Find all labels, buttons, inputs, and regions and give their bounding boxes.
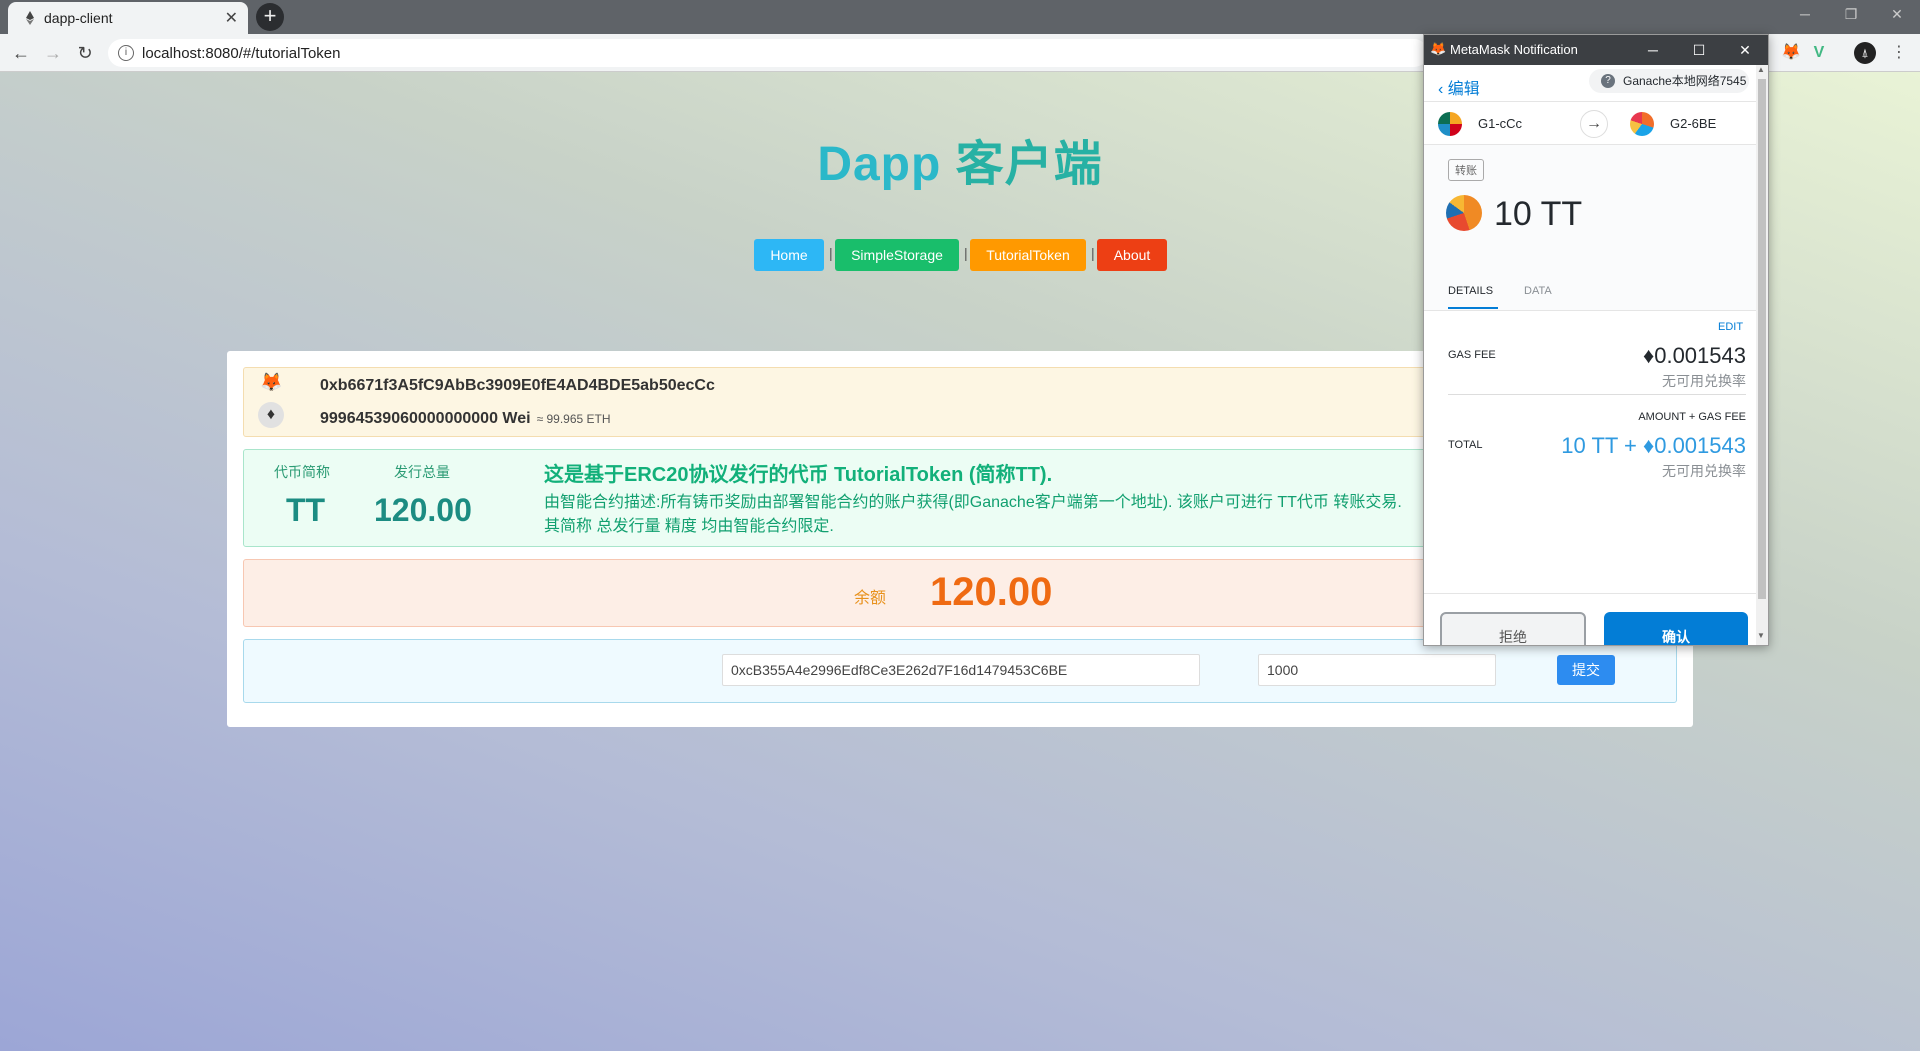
token-description-2: 其简称 总发行量 精度 均由智能合约限定. (544, 518, 834, 535)
sender-name: G1-cCc (1478, 116, 1523, 131)
amount-gas-label: AMOUNT + GAS FEE (1638, 411, 1746, 423)
gas-fee-value: ♦0.001543 (1643, 343, 1746, 368)
metamask-fox-icon: 🦊 (1430, 41, 1447, 56)
detail-tabs: DETAILS DATA (1424, 265, 1756, 311)
transfer-form: 提交 (243, 639, 1677, 703)
nav-separator: | (829, 245, 833, 261)
menu-icon[interactable]: ⋮ (1888, 42, 1910, 64)
url-text: localhost:8080/#/tutorialToken (142, 45, 341, 62)
nav-separator: | (964, 245, 968, 261)
token-description: 由智能合约描述:所有铸币奖励由部署智能合约的账户获得(即Ganache客户端第一… (544, 494, 1402, 511)
new-tab-button[interactable]: + (256, 3, 284, 31)
tx-amount: 10 TT (1494, 195, 1583, 233)
network-name: Ganache本地网络7545 (1623, 74, 1747, 88)
vue-devtools-icon[interactable]: V (1808, 42, 1830, 64)
close-window-icon[interactable]: ✕ (1874, 0, 1920, 30)
close-icon[interactable]: ✕ (1722, 35, 1768, 65)
metamask-window-title: MetaMask Notification (1450, 42, 1578, 57)
metamask-fox-icon: 🦊 (260, 372, 283, 392)
scroll-down-icon[interactable]: ▼ (1757, 631, 1765, 640)
edit-back-label: 编辑 (1447, 81, 1480, 98)
reject-button[interactable]: 拒绝 (1440, 612, 1586, 645)
minimize-icon[interactable]: ─ (1630, 35, 1676, 65)
transaction-summary: 转账 10 TT (1424, 145, 1756, 265)
back-arrow-icon[interactable]: ← (8, 40, 34, 66)
nav-about-button[interactable]: About (1097, 239, 1167, 271)
reload-icon[interactable]: ↻ (72, 40, 98, 66)
forward-arrow-icon[interactable]: → (40, 40, 66, 66)
account-address: 0xb6671f3A5fC9AbBc3909E0fE4AD4BDE5ab50ec… (320, 377, 715, 394)
token-heading: 这是基于ERC20协议发行的代币 TutorialToken (简称TT). (544, 464, 1053, 486)
arrow-right-icon: → (1580, 110, 1608, 138)
recipient-avatar (1630, 112, 1654, 136)
nav-home-button[interactable]: Home (754, 239, 824, 271)
confirm-button[interactable]: 确认 (1604, 612, 1748, 645)
tab-title: dapp-client (44, 10, 113, 26)
recipient-name: G2-6BE (1670, 116, 1717, 131)
gas-fee-fiat: 无可用兑换率 (1662, 373, 1746, 389)
balance-label: 余额 (854, 590, 887, 607)
maximize-icon[interactable]: ☐ (1676, 35, 1722, 65)
active-tab-indicator (1448, 307, 1498, 309)
network-indicator[interactable]: ? Ganache本地网络7545 (1589, 69, 1749, 93)
browser-tab[interactable]: dapp-client ✕ (8, 2, 248, 34)
scroll-up-icon[interactable]: ▲ (1757, 65, 1765, 74)
sender-recipient-row: G1-cCc → G2-6BE (1424, 101, 1756, 145)
chevron-left-icon: ‹ (1438, 81, 1448, 98)
token-icon (1446, 195, 1482, 231)
divider (1448, 394, 1746, 395)
metamask-titlebar: 🦊 MetaMask Notification ─ ☐ ✕ (1424, 35, 1768, 65)
minimize-icon[interactable]: ─ (1782, 0, 1828, 30)
amount-input[interactable] (1258, 654, 1496, 686)
metamask-popup: 🦊 MetaMask Notification ─ ☐ ✕ ‹ 编辑 ? Gan… (1423, 34, 1769, 646)
submit-button[interactable]: 提交 (1557, 655, 1615, 685)
info-icon[interactable]: i (118, 45, 134, 61)
account-balance-eth: ≈ 99.965 ETH (536, 412, 611, 426)
token-symbol: TT (286, 492, 326, 528)
balance-value: 120.00 (930, 570, 1053, 614)
url-input[interactable]: i localhost:8080/#/tutorialToken (108, 39, 1428, 67)
page-title-dapp: Dapp (817, 138, 942, 191)
browser-tabbar: dapp-client ✕ + ─ ❐ ✕ (0, 0, 1920, 34)
account-avatar-icon[interactable]: ⍋ (1854, 42, 1876, 64)
sender-avatar (1438, 112, 1462, 136)
token-supply: 120.00 (374, 492, 472, 528)
scrollbar-thumb[interactable] (1758, 79, 1766, 599)
ethereum-favicon-icon (26, 11, 34, 25)
tab-data[interactable]: DATA (1524, 285, 1552, 297)
nav-tutorialtoken-button[interactable]: TutorialToken (970, 239, 1086, 271)
metamask-extension-icon[interactable]: 🦊 (1780, 42, 1802, 64)
gas-fee-label: GAS FEE (1448, 349, 1496, 361)
account-balance-wei: 99964539060000000000 Wei (320, 410, 531, 427)
recipient-address-input[interactable] (722, 654, 1200, 686)
token-supply-label: 发行总量 (394, 464, 450, 480)
total-value: 10 TT + ♦0.001543 (1561, 433, 1746, 458)
ethereum-icon: ♦ (258, 402, 284, 428)
metamask-header: ‹ 编辑 ? Ganache本地网络7545 (1424, 65, 1756, 101)
page-title-client: 客户端 (955, 138, 1103, 191)
total-label: TOTAL (1448, 439, 1483, 451)
action-footer: 拒绝 确认 (1424, 593, 1756, 645)
question-icon: ? (1601, 74, 1615, 88)
scrollbar[interactable]: ▲ ▼ (1756, 65, 1768, 645)
account-balance: 99964539060000000000 Wei ≈ 99.965 ETH (320, 410, 611, 428)
restore-icon[interactable]: ❐ (1828, 0, 1874, 30)
total-fiat: 无可用兑换率 (1662, 463, 1746, 479)
nav-separator: | (1091, 245, 1095, 261)
tx-type-badge: 转账 (1448, 159, 1484, 181)
nav-simplestorage-button[interactable]: SimpleStorage (835, 239, 959, 271)
edit-gas-link[interactable]: EDIT (1718, 321, 1743, 333)
token-symbol-label: 代币简称 (274, 464, 330, 480)
edit-back-link[interactable]: ‹ 编辑 (1438, 75, 1480, 99)
metamask-body: ‹ 编辑 ? Ganache本地网络7545 G1-cCc → G2-6BE 转… (1424, 65, 1756, 645)
tab-close-icon[interactable]: ✕ (225, 8, 238, 28)
tab-details[interactable]: DETAILS (1448, 285, 1493, 297)
